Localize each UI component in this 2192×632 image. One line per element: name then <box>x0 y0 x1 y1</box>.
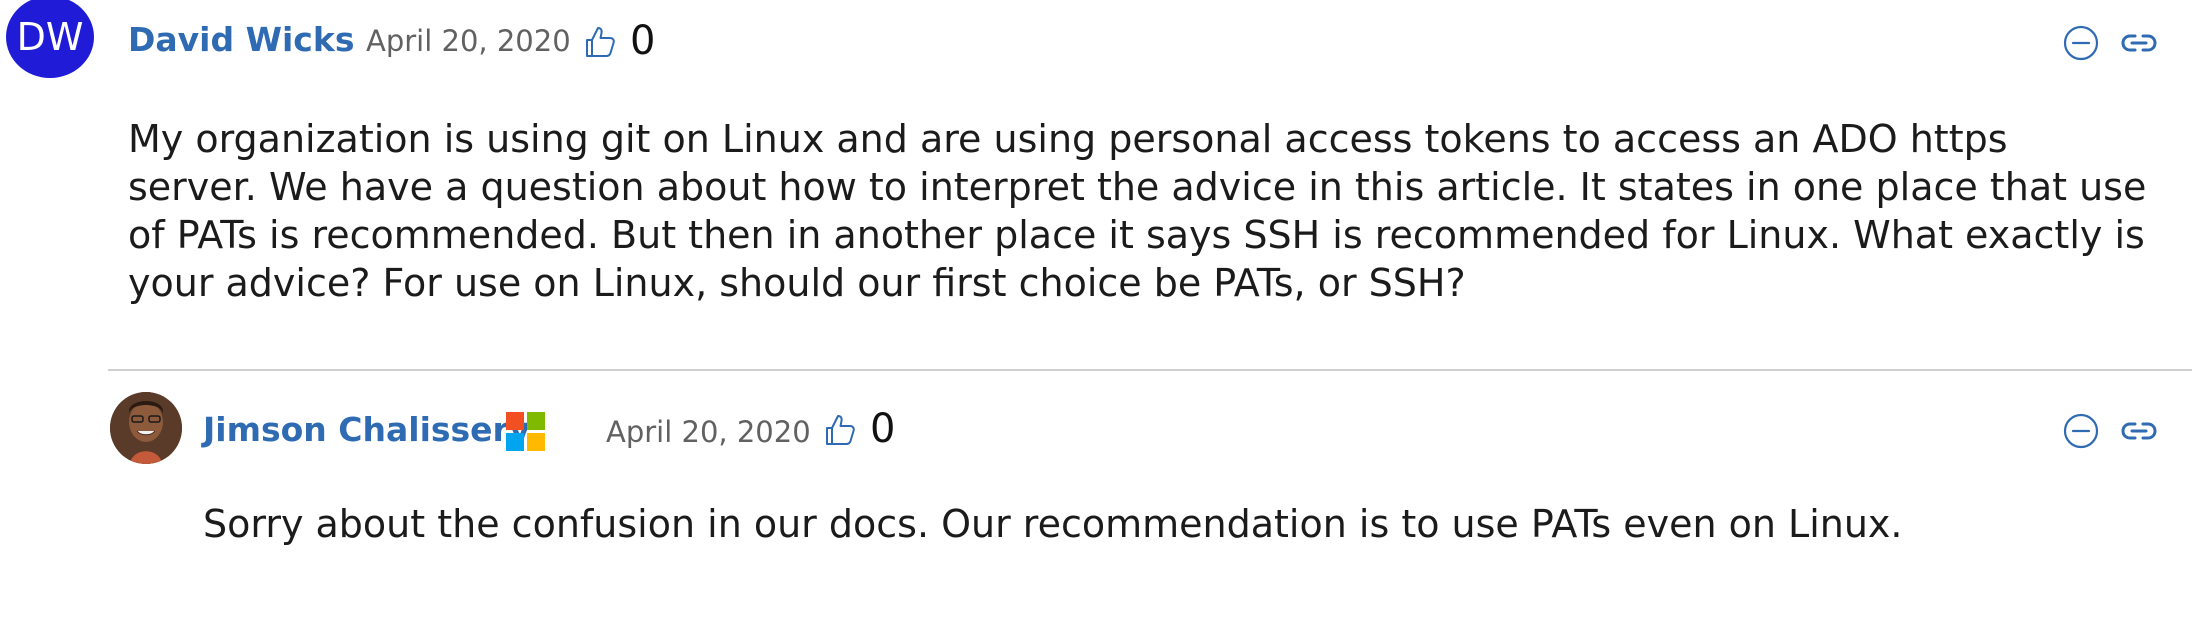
like-count: 0 <box>870 406 896 452</box>
collapse-comment-button[interactable] <box>2062 412 2100 450</box>
comment: DW David Wicks April 20, 2020 0 My organ… <box>0 0 2192 370</box>
like-count: 0 <box>630 18 656 64</box>
link-icon[interactable] <box>2120 412 2158 450</box>
thumbs-up-icon[interactable] <box>582 24 618 60</box>
comment-body: My organization is using git on Linux an… <box>128 117 2147 305</box>
avatar-photo <box>110 392 182 464</box>
author-name-link[interactable]: Jimson Chalissery <box>203 410 530 449</box>
avatar[interactable] <box>110 392 182 464</box>
post-date: April 20, 2020 <box>606 415 811 449</box>
divider <box>108 369 2192 371</box>
thumbs-up-icon[interactable] <box>822 412 858 448</box>
comment-thread: DW David Wicks April 20, 2020 0 My organ… <box>0 0 2192 632</box>
microsoft-logo-icon <box>506 412 545 451</box>
link-icon[interactable] <box>2120 24 2158 62</box>
collapse-comment-button[interactable] <box>2062 24 2100 62</box>
author-name-link[interactable]: David Wicks <box>128 20 354 59</box>
post-date: April 20, 2020 <box>366 24 571 58</box>
comment-body: Sorry about the confusion in our docs. O… <box>203 502 1903 546</box>
comment-header: David Wicks April 20, 2020 0 <box>0 18 2192 68</box>
